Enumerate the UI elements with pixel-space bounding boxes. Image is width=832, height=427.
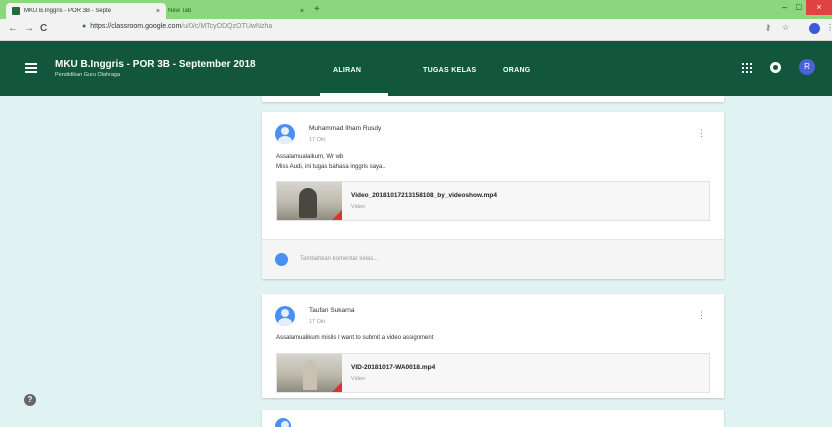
video-attachment[interactable]: Video_20181017213158108_by_videoshow.mp4… [276, 181, 710, 221]
window-close-button[interactable]: × [806, 0, 832, 15]
browser-profile-icon[interactable] [809, 23, 820, 34]
post-author[interactable]: Taufan Sukarna [309, 307, 355, 314]
account-circle-icon[interactable] [770, 62, 781, 73]
post-options-icon[interactable]: ⋮ [697, 310, 706, 321]
attachment-name: VID-20181017-WA0018.mp4 [351, 364, 436, 371]
author-avatar [275, 418, 291, 427]
url-host: https://classroom.google.com [90, 23, 182, 30]
previous-post-card [262, 96, 724, 102]
commenter-avatar [275, 253, 288, 266]
attachment-type: Video [351, 376, 365, 382]
class-comment-bar[interactable]: Tambahkan komentar kelas... [262, 239, 724, 279]
attachment-type: Video [351, 204, 365, 210]
author-avatar [275, 306, 295, 326]
class-title[interactable]: MKU B.Inggris - POR 3B - September 2018 [55, 59, 256, 70]
maximize-icon[interactable]: □ [796, 2, 801, 12]
apps-grid-icon[interactable] [742, 63, 752, 73]
video-thumbnail [277, 354, 342, 392]
tab-title: New Tab [168, 8, 192, 14]
browser-tab-strip: MKU B.Inggris - POR 3B - Septe × New Tab… [0, 0, 832, 19]
classroom-header: MKU B.Inggris - POR 3B - September 2018 … [0, 41, 832, 96]
attachment-name: Video_20181017213158108_by_videoshow.mp4 [351, 192, 497, 199]
hamburger-menu-icon[interactable] [25, 63, 37, 73]
tab-close-icon[interactable]: × [300, 8, 304, 15]
forward-arrow-icon[interactable]: → [24, 23, 34, 34]
browser-menu-icon[interactable]: ⋮ [826, 23, 832, 32]
url-path: /u/0/c/MTcyODQzOTUwNzha [181, 23, 273, 30]
new-tab-button[interactable]: + [314, 4, 320, 15]
post-line: Miss Audi, ini tugas bahasa inggris saya… [276, 164, 386, 170]
video-badge-icon [332, 382, 342, 392]
user-avatar[interactable]: R [799, 59, 815, 75]
post-date: 17 Okt [309, 137, 326, 143]
key-icon[interactable]: ⚷ [765, 23, 771, 32]
browser-tab-classroom[interactable]: MKU B.Inggris - POR 3B - Septe × [6, 3, 166, 19]
lock-icon: ● [82, 23, 87, 30]
stream-post: Taufan Sukarna 17 Okt ⋮ Assalamualikum m… [262, 294, 724, 398]
post-options-icon[interactable]: ⋮ [697, 128, 706, 139]
stream-post: Muhammad Ilham Rusdy 17 Okt ⋮ Assalamual… [262, 112, 724, 279]
tab-aliran[interactable]: ALIRAN [333, 67, 361, 74]
browser-tab-new-tab[interactable]: New Tab × [162, 3, 310, 19]
classroom-favicon-icon [12, 7, 20, 15]
tab-title: MKU B.Inggris - POR 3B - Septe [24, 8, 112, 14]
tab-orang[interactable]: ORANG [503, 67, 531, 74]
tab-tugas-kelas[interactable]: TUGAS KELAS [423, 67, 476, 74]
address-bar[interactable]: ● https://classroom.google.com/u/0/c/MTcy… [82, 23, 272, 30]
next-post-card [262, 410, 724, 427]
post-body: Assalamualikum mislis I want to submit a… [276, 333, 433, 343]
reload-icon[interactable]: C [40, 23, 47, 34]
video-attachment[interactable]: VID-20181017-WA0018.mp4 Video [276, 353, 710, 393]
comment-input[interactable]: Tambahkan komentar kelas... [300, 256, 378, 262]
back-arrow-icon[interactable]: ← [8, 23, 18, 34]
class-subtitle: Pendidikan Guru Olahraga [55, 72, 121, 78]
minimize-icon[interactable]: – [782, 2, 787, 12]
help-icon[interactable]: ? [24, 394, 36, 406]
post-date: 17 Okt [309, 319, 326, 325]
post-author[interactable]: Muhammad Ilham Rusdy [309, 125, 381, 132]
post-line: Assalamualaikum, Wr wb [276, 154, 344, 160]
post-line: Assalamualikum mislis I want to submit a… [276, 335, 434, 341]
tab-close-icon[interactable]: × [156, 8, 160, 15]
video-thumbnail [277, 182, 342, 220]
browser-toolbar: ← → C ● https://classroom.google.com/u/0/… [0, 19, 832, 41]
author-avatar [275, 124, 295, 144]
bookmark-star-icon[interactable]: ☆ [782, 23, 789, 32]
post-body: Assalamualaikum, Wr wb Miss Audi, ini tu… [276, 152, 386, 172]
video-badge-icon [332, 210, 342, 220]
